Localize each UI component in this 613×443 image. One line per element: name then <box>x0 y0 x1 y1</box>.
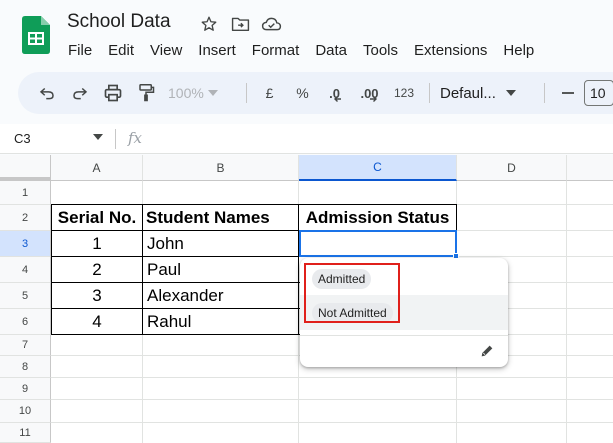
decrease-font-size-button[interactable] <box>551 79 584 107</box>
edit-dropdown-button[interactable] <box>476 340 498 362</box>
table-cell[interactable]: Paul <box>143 257 299 283</box>
table-header-status[interactable]: Admission Status <box>299 204 457 231</box>
table-cell[interactable]: Rahul <box>143 309 299 335</box>
percent-format-button[interactable]: % <box>286 79 319 107</box>
arrow-right-icon <box>369 96 377 102</box>
toolbar-divider <box>246 83 247 103</box>
column-header-d[interactable]: D <box>457 155 567 181</box>
row-header-10[interactable]: 10 <box>0 400 51 423</box>
dropdown-divider <box>300 335 508 336</box>
table-cell[interactable]: 4 <box>51 309 143 335</box>
row-header-2[interactable]: 2 <box>0 205 51 231</box>
table-header-names[interactable]: Student Names <box>143 204 299 231</box>
font-select[interactable]: Defaul... <box>436 79 538 107</box>
paint-format-button[interactable] <box>129 79 162 107</box>
toolbar: 100% £ % .0 .00 123 Defaul... 10 <box>18 72 613 114</box>
pencil-icon <box>481 345 493 357</box>
print-button[interactable] <box>96 79 129 107</box>
active-cell-c3[interactable] <box>299 230 457 257</box>
gridline <box>566 181 567 443</box>
chevron-down-icon <box>505 90 516 96</box>
formula-divider <box>115 129 116 149</box>
zoom-value: 100% <box>168 85 204 101</box>
font-size-input[interactable]: 10 <box>584 80 613 106</box>
menu-file[interactable]: File <box>60 40 100 62</box>
table-cell[interactable]: John <box>143 231 299 257</box>
star-icon[interactable] <box>198 13 220 35</box>
menu-edit[interactable]: Edit <box>100 40 142 62</box>
toolbar-divider <box>544 83 545 103</box>
gridline <box>51 422 613 423</box>
table-cell[interactable]: 3 <box>51 283 143 309</box>
table-cell[interactable]: 2 <box>51 257 143 283</box>
highlight-annotation-box <box>304 263 400 323</box>
menu-extensions[interactable]: Extensions <box>406 40 495 62</box>
column-header-a[interactable]: A <box>51 155 143 181</box>
document-title[interactable]: School Data <box>67 11 171 33</box>
name-box[interactable]: C3 <box>14 131 31 146</box>
menu-tools[interactable]: Tools <box>355 40 406 62</box>
zoom-select[interactable]: 100% <box>162 79 240 107</box>
chevron-down-icon <box>207 90 218 96</box>
row-header-4[interactable]: 4 <box>0 257 51 283</box>
row-header-6[interactable]: 6 <box>0 309 51 335</box>
menu-format[interactable]: Format <box>244 40 308 62</box>
table-cell[interactable]: 1 <box>51 231 143 257</box>
column-header-c[interactable]: C <box>299 155 457 181</box>
row-header-1[interactable]: 1 <box>0 181 51 205</box>
redo-icon <box>72 87 87 100</box>
formula-bar: C3 fx <box>0 124 613 154</box>
sheets-logo-icon[interactable] <box>22 16 50 54</box>
decrease-decimal-button[interactable]: .0 <box>319 79 352 107</box>
row-header-5[interactable]: 5 <box>0 283 51 309</box>
move-to-folder-icon[interactable] <box>229 13 251 35</box>
row-header-7[interactable]: 7 <box>0 335 51 356</box>
row-header-3[interactable]: 3 <box>0 231 51 257</box>
sheets-window: School Data File Edit View Insert Format… <box>0 0 613 443</box>
menu-data[interactable]: Data <box>307 40 355 62</box>
font-value: Defaul... <box>440 84 496 102</box>
select-all-corner[interactable] <box>0 155 51 181</box>
menu-insert[interactable]: Insert <box>190 40 244 62</box>
row-header-9[interactable]: 9 <box>0 378 51 400</box>
menu-help[interactable]: Help <box>495 40 542 62</box>
table-cell[interactable]: Alexander <box>143 283 299 309</box>
row-header-8[interactable]: 8 <box>0 356 51 378</box>
table-header-serial[interactable]: Serial No. <box>51 204 143 231</box>
row-header-11[interactable]: 11 <box>0 423 51 443</box>
minus-icon <box>561 92 574 94</box>
increase-decimal-button[interactable]: .00 <box>352 79 385 107</box>
toolbar-divider <box>429 83 430 103</box>
cloud-status-icon[interactable] <box>260 13 282 35</box>
gridline <box>51 377 613 378</box>
fx-icon: fx <box>128 129 143 147</box>
column-header-e[interactable] <box>567 155 613 181</box>
chevron-down-icon[interactable] <box>93 134 103 140</box>
paint-format-icon <box>138 84 154 102</box>
currency-format-button[interactable]: £ <box>253 79 286 107</box>
more-formats-button[interactable]: 123 <box>385 79 423 107</box>
redo-button[interactable] <box>63 79 96 107</box>
undo-icon <box>39 87 54 100</box>
column-header-b[interactable]: B <box>143 155 299 181</box>
undo-button[interactable] <box>30 79 63 107</box>
arrow-left-icon <box>333 96 341 102</box>
gridline <box>51 399 613 400</box>
print-icon <box>104 84 121 102</box>
menu-bar: File Edit View Insert Format Data Tools … <box>60 40 542 62</box>
menu-view[interactable]: View <box>142 40 190 62</box>
